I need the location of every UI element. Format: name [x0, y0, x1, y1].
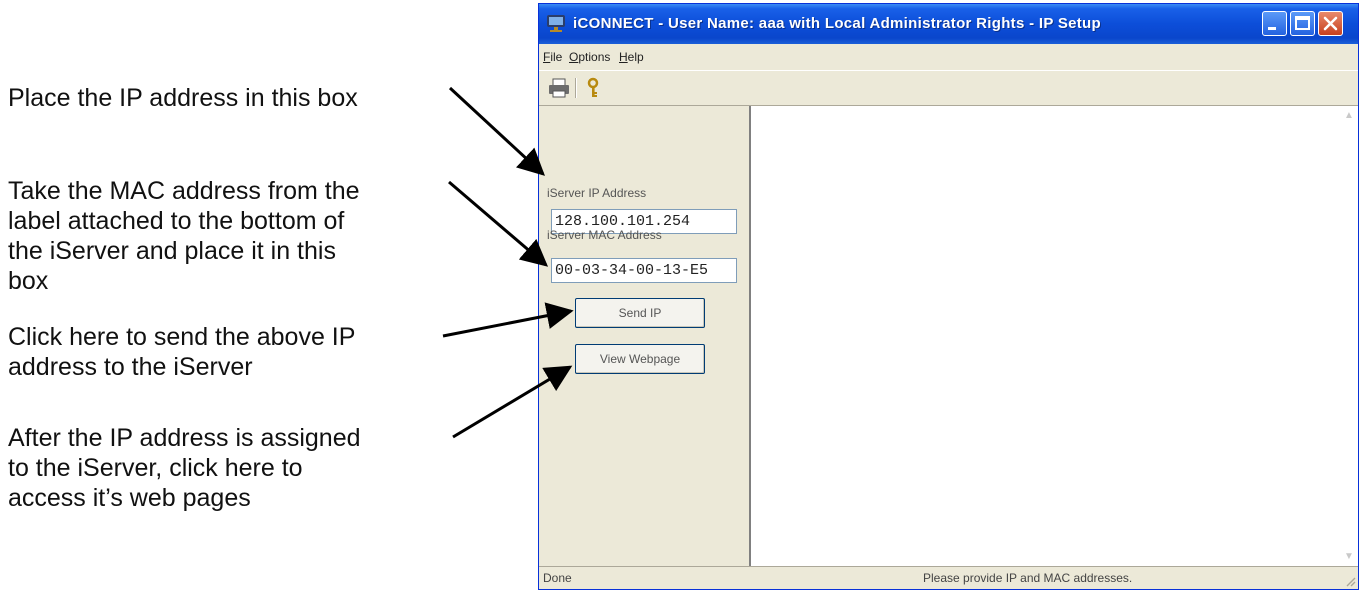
menu-help[interactable]: Help — [619, 50, 644, 64]
status-text-right: Please provide IP and MAC addresses. — [923, 571, 1133, 585]
annotation-send-ip: Click here to send the above IP address … — [8, 323, 356, 381]
annotation-ip-box: Place the IP address in this box — [8, 84, 358, 112]
status-text-left: Done — [543, 571, 572, 585]
print-button[interactable] — [547, 77, 571, 99]
ip-address-label: iServer IP Address — [547, 186, 647, 200]
resize-grip-icon[interactable] — [1344, 575, 1356, 587]
web-content-area[interactable]: ▲ ▼ — [751, 106, 1358, 567]
toolbar — [539, 70, 1358, 106]
printer-icon — [549, 78, 569, 98]
menu-options-accelerator: O — [569, 50, 579, 64]
toolbar-separator — [575, 78, 577, 98]
key-button[interactable] — [581, 77, 605, 99]
menu-bar: File Options Help — [539, 46, 1358, 68]
view-webpage-button[interactable]: View Webpage — [575, 344, 705, 374]
left-panel: iServer IP Address iServer MAC Address S… — [539, 106, 751, 567]
ip-setup-window: iCONNECT - User Name: aaa with Local Adm… — [538, 3, 1359, 590]
menu-help-accelerator: H — [619, 50, 628, 64]
menu-help-label: elp — [627, 50, 644, 64]
network-app-icon — [547, 15, 565, 32]
scroll-up-icon[interactable]: ▲ — [1343, 110, 1355, 122]
key-icon — [587, 77, 599, 97]
status-bar: Done Please provide IP and MAC addresses… — [539, 566, 1358, 589]
menu-options[interactable]: Options — [569, 50, 610, 64]
minimize-icon — [1268, 27, 1276, 30]
menu-file-label: ile — [550, 50, 563, 64]
scroll-down-icon[interactable]: ▼ — [1343, 551, 1355, 563]
close-button[interactable] — [1318, 11, 1343, 36]
vertical-scrollbar[interactable]: ▲ ▼ — [1340, 106, 1358, 567]
arrow-to-mac-input — [448, 180, 549, 267]
menu-options-label: ptions — [578, 50, 611, 64]
annotation-view-webpage: After the IP address is assigned to the … — [8, 424, 361, 512]
title-bar[interactable]: iCONNECT - User Name: aaa with Local Adm… — [539, 4, 1358, 44]
arrow-to-ip-input — [448, 86, 545, 176]
send-ip-button[interactable]: Send IP — [575, 298, 705, 328]
annotation-mac-box: Take the MAC address from the label atta… — [8, 177, 360, 295]
window-title: iCONNECT - User Name: aaa with Local Adm… — [573, 15, 1101, 32]
maximize-button[interactable] — [1290, 11, 1315, 36]
maximize-icon — [1295, 16, 1310, 30]
minimize-button[interactable] — [1262, 11, 1287, 36]
mac-address-label: iServer MAC Address — [547, 228, 662, 242]
menu-file[interactable]: File — [543, 50, 562, 64]
close-icon — [1323, 16, 1338, 31]
mac-address-input[interactable] — [551, 258, 737, 283]
